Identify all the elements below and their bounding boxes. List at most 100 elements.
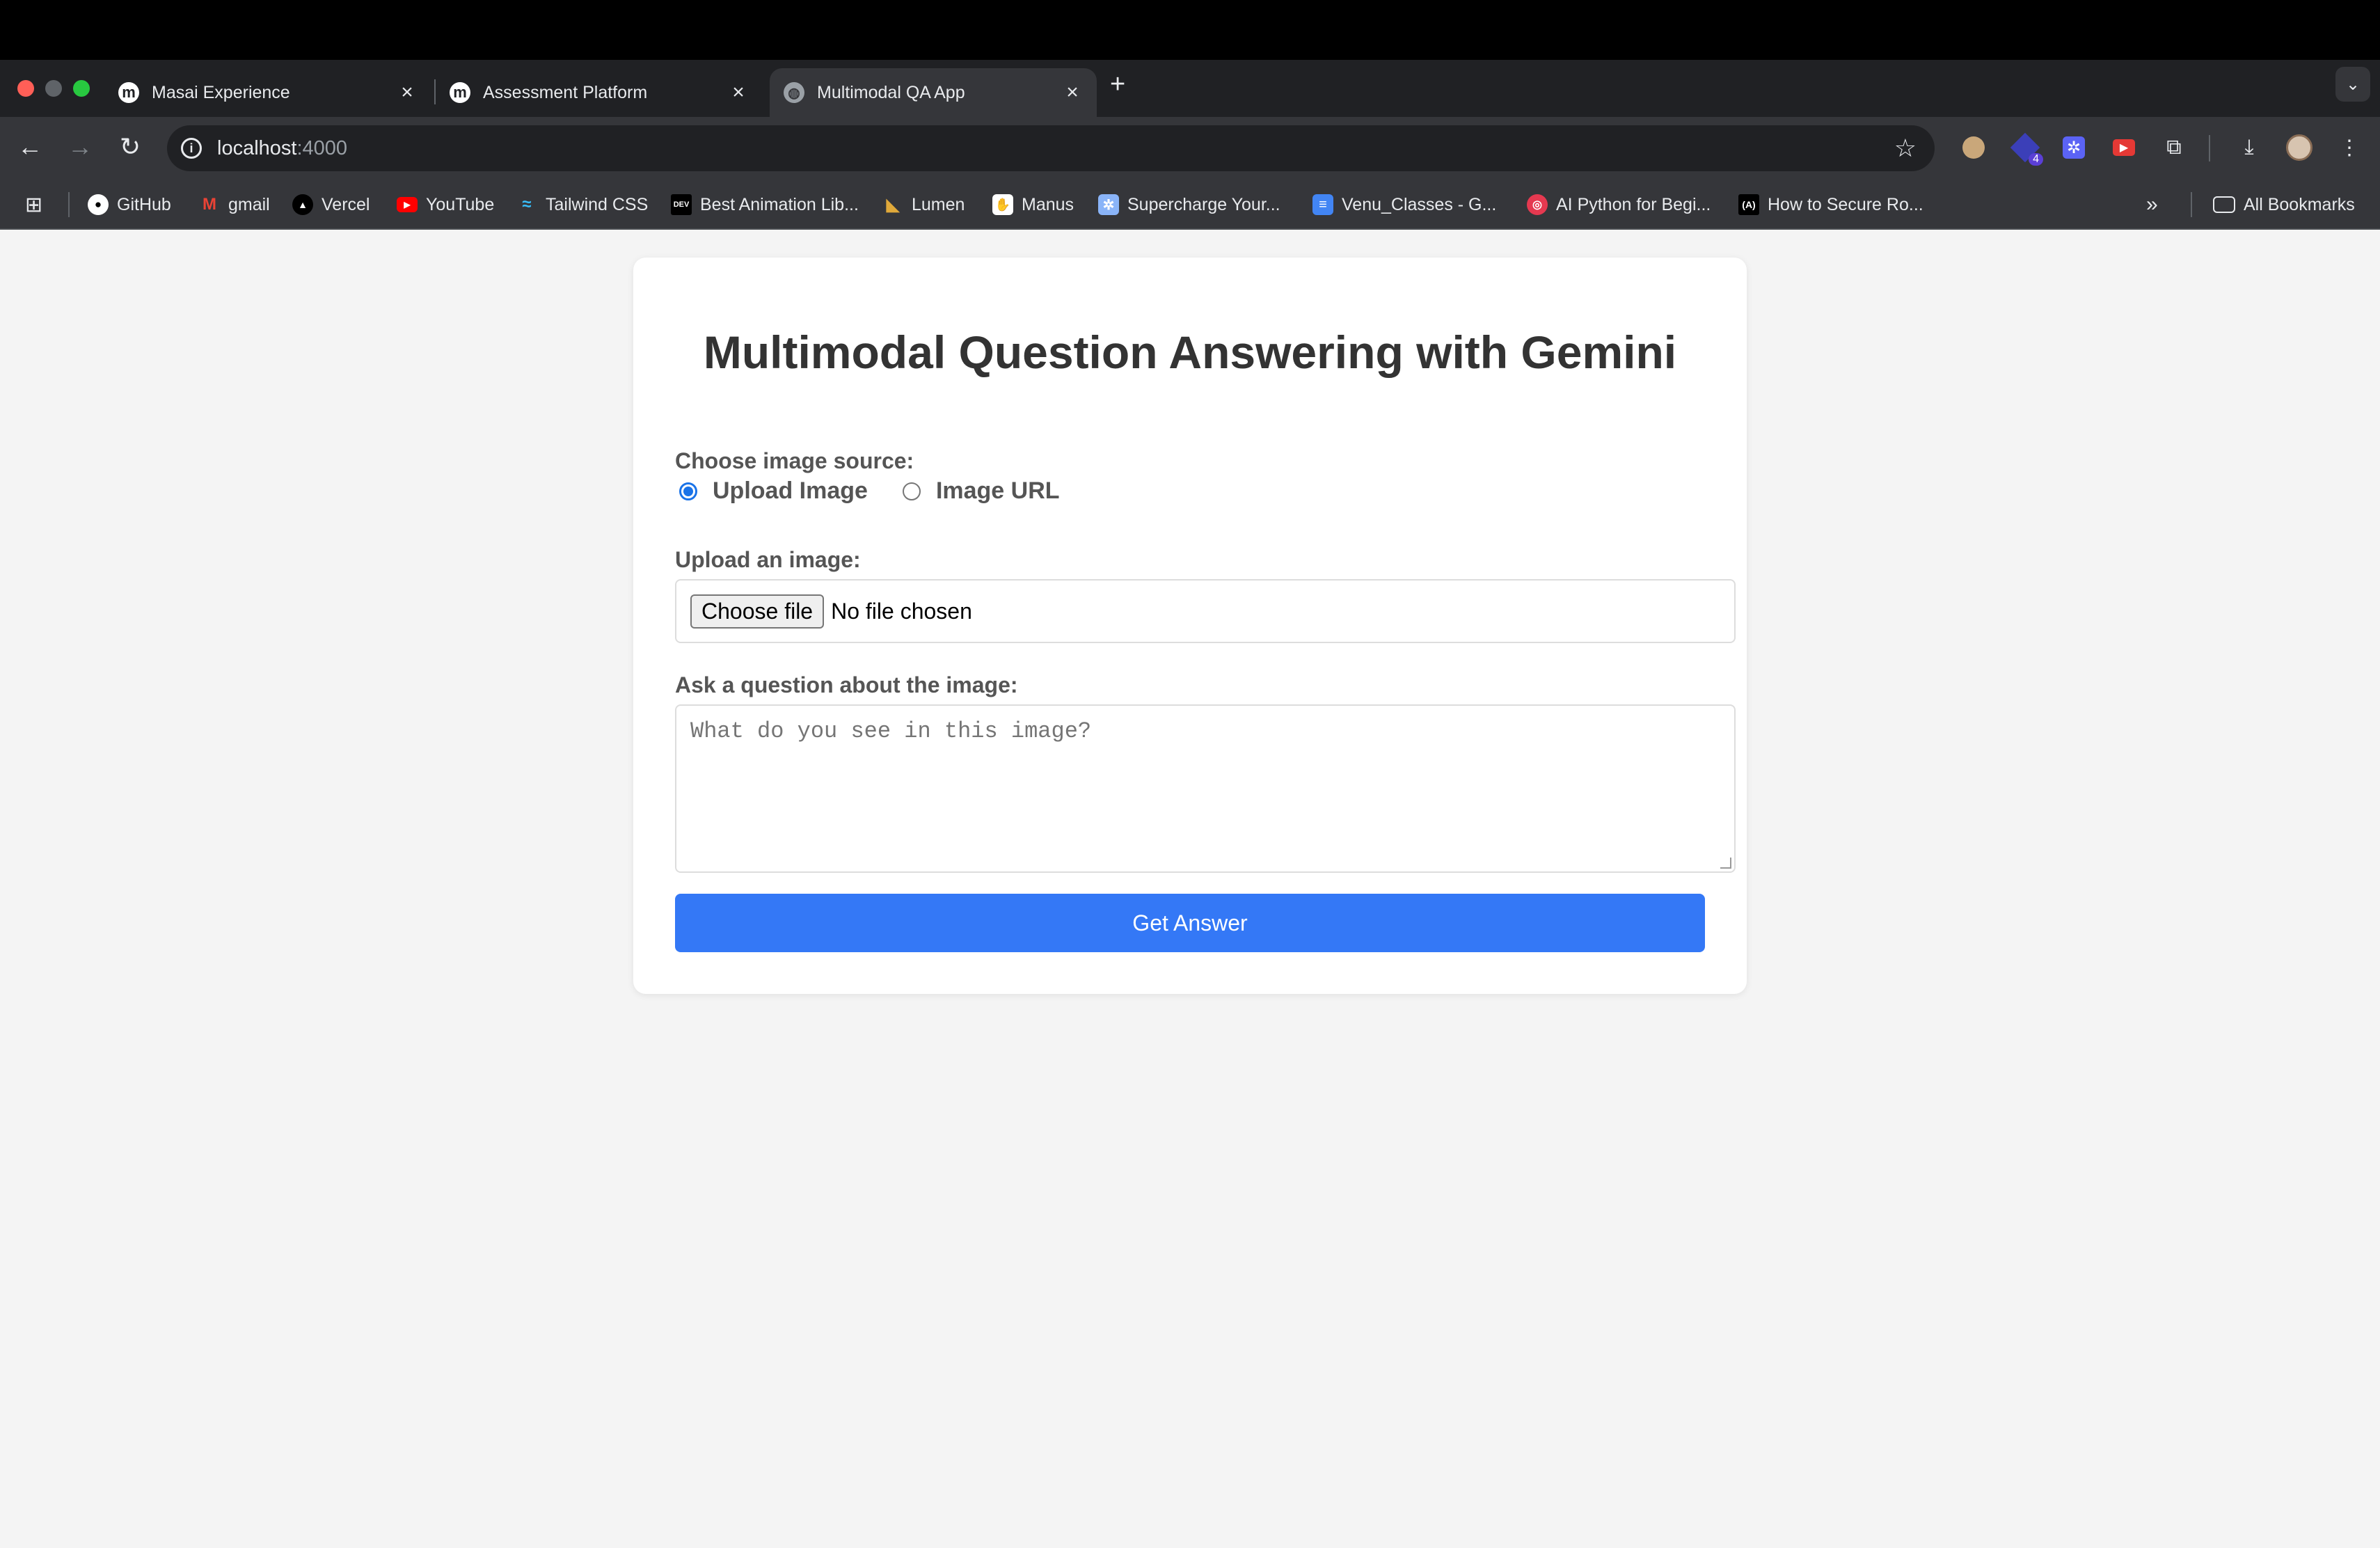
vercel-icon: ▲ bbox=[292, 194, 313, 215]
file-status-text: No file chosen bbox=[831, 598, 972, 624]
all-bookmarks-label: All Bookmarks bbox=[2244, 194, 2355, 214]
bookmark-gmail[interactable]: M gmail bbox=[199, 191, 270, 219]
close-icon[interactable]: × bbox=[397, 81, 418, 104]
bookmark-label: Venu_Classes - G... bbox=[1342, 194, 1497, 214]
docs-icon: ≡ bbox=[1312, 194, 1333, 215]
bookmark-ai-python[interactable]: ◎ AI Python for Begi... bbox=[1527, 191, 1711, 219]
tab-title: Masai Experience bbox=[152, 82, 290, 102]
bookmark-tailwind[interactable]: ≈ Tailwind CSS bbox=[516, 191, 648, 219]
upload-image-label[interactable]: Upload Image bbox=[713, 477, 868, 505]
bookmark-label: gmail bbox=[228, 194, 270, 214]
tab-strip: m Masai Experience × m Assessment Platfo… bbox=[0, 60, 2380, 117]
bookmark-label: YouTube bbox=[426, 194, 495, 214]
bookmark-lumen[interactable]: ◣ Lumen bbox=[882, 191, 965, 219]
url-port: :4000 bbox=[296, 136, 348, 159]
all-bookmarks[interactable]: All Bookmarks bbox=[2213, 191, 2355, 219]
bookmark-venu-classes[interactable]: ≡ Venu_Classes - G... bbox=[1312, 191, 1496, 219]
bookmark-label: Supercharge Your... bbox=[1127, 194, 1280, 214]
bookmark-best-animation[interactable]: DEV Best Animation Lib... bbox=[671, 191, 859, 219]
bookmark-label: Vercel bbox=[322, 194, 370, 214]
bookmarks-bar: ⊞ ● GitHub M gmail ▲ Vercel ▶ YouTube ≈ … bbox=[0, 180, 2380, 230]
bookmark-supercharge[interactable]: ✲ Supercharge Your... bbox=[1098, 191, 1280, 219]
gear-extension-icon[interactable]: ✲ bbox=[2060, 134, 2088, 161]
bookmark-vercel[interactable]: ▲ Vercel bbox=[292, 191, 370, 219]
close-icon[interactable]: × bbox=[728, 81, 749, 104]
os-menubar bbox=[0, 0, 2380, 60]
question-label: Ask a question about the image: bbox=[675, 672, 1018, 697]
folder-icon bbox=[2213, 196, 2235, 213]
minimize-window-button[interactable] bbox=[45, 80, 62, 97]
tab-title: Assessment Platform bbox=[483, 82, 648, 102]
page-title: Multimodal Question Answering with Gemin… bbox=[703, 326, 1677, 378]
bookmarks-divider bbox=[2191, 192, 2192, 217]
close-icon[interactable]: × bbox=[1062, 81, 1083, 104]
image-url-label[interactable]: Image URL bbox=[936, 477, 1060, 505]
bookmark-how-to-secure[interactable]: (A) How to Secure Ro... bbox=[1738, 191, 1923, 219]
toolbar-divider bbox=[2209, 135, 2210, 161]
upload-image-radio[interactable] bbox=[679, 482, 697, 500]
owl-extension-icon[interactable] bbox=[1960, 134, 1988, 161]
github-icon: ● bbox=[88, 194, 109, 215]
reload-button[interactable]: ↻ bbox=[114, 132, 146, 161]
back-button[interactable]: ← bbox=[14, 132, 46, 161]
tab-search-button[interactable]: ⌄ bbox=[2335, 67, 2370, 102]
bookmark-label: AI Python for Begi... bbox=[1556, 194, 1711, 214]
profile-avatar[interactable] bbox=[2285, 134, 2313, 161]
bookmark-label: Best Animation Lib... bbox=[700, 194, 859, 214]
bookmark-label: Lumen bbox=[912, 194, 965, 214]
image-source-label: Choose image source: bbox=[675, 448, 914, 473]
address-bar[interactable]: i localhost:4000 ☆ bbox=[167, 125, 1935, 171]
browser-menu-icon[interactable]: ⋮ bbox=[2335, 134, 2363, 161]
maximize-window-button[interactable] bbox=[73, 80, 90, 97]
dev-icon: DEV bbox=[671, 194, 692, 215]
upload-image-heading: Upload an image: bbox=[675, 547, 861, 572]
bookmark-youtube[interactable]: ▶ YouTube bbox=[397, 191, 494, 219]
close-window-button[interactable] bbox=[17, 80, 34, 97]
bookmark-manus[interactable]: ✋ Manus bbox=[992, 191, 1074, 219]
tab-assessment-platform[interactable]: m Assessment Platform × bbox=[436, 68, 763, 117]
bookmarks-divider bbox=[68, 192, 70, 217]
masai-icon: m bbox=[118, 82, 139, 103]
bookmark-label: How to Secure Ro... bbox=[1768, 194, 1923, 214]
download-icon[interactable]: ⤓ bbox=[2235, 134, 2263, 161]
file-upload-input[interactable]: Choose file No file chosen bbox=[675, 579, 1736, 643]
bookmark-label: Tailwind CSS bbox=[546, 194, 649, 214]
tailwind-icon: ≈ bbox=[522, 195, 532, 214]
code-icon: (A) bbox=[1738, 194, 1759, 215]
globe-icon: ◍ bbox=[784, 82, 804, 103]
video-extension-icon[interactable]: ▶ bbox=[2110, 134, 2138, 161]
bookmark-label: Manus bbox=[1022, 194, 1074, 214]
resize-handle[interactable] bbox=[1720, 858, 1731, 869]
tab-multimodal-qa-app[interactable]: ◍ Multimodal QA App × bbox=[770, 68, 1097, 117]
more-bookmarks-chevron-icon[interactable]: » bbox=[2146, 191, 2158, 219]
gear-icon: ✲ bbox=[1098, 194, 1119, 215]
new-tab-button[interactable]: + bbox=[1110, 70, 1125, 100]
extension-badge: 4 bbox=[2029, 153, 2043, 166]
browser-toolbar: ← → ↻ i localhost:4000 ☆ 4 ✲ ▶ ⧉ ⤓ ⋮ bbox=[0, 117, 2380, 180]
youtube-icon: ▶ bbox=[397, 197, 418, 212]
tab-masai-experience[interactable]: m Masai Experience × bbox=[104, 68, 431, 117]
bookmark-github[interactable]: ● GitHub bbox=[88, 191, 171, 219]
extension-icon-badged[interactable]: 4 bbox=[2010, 132, 2043, 166]
manus-icon: ✋ bbox=[992, 194, 1013, 215]
url-host: localhost bbox=[217, 136, 297, 159]
gmail-icon: M bbox=[203, 195, 216, 214]
qa-form-card: Multimodal Question Answering with Gemin… bbox=[633, 258, 1747, 994]
question-textarea[interactable]: What do you see in this image? bbox=[675, 704, 1736, 873]
question-placeholder: What do you see in this image? bbox=[690, 718, 1092, 744]
bookmark-label: GitHub bbox=[117, 194, 171, 214]
bookmark-star-icon[interactable]: ☆ bbox=[1894, 134, 1917, 163]
apps-grid-icon[interactable]: ⊞ bbox=[25, 191, 42, 219]
extensions-puzzle-icon[interactable]: ⧉ bbox=[2160, 134, 2188, 161]
page-viewport: Multimodal Question Answering with Gemin… bbox=[0, 230, 2380, 1548]
image-url-radio[interactable] bbox=[902, 482, 921, 500]
image-source-options: Upload Image Image URL bbox=[679, 477, 1060, 505]
tab-title: Multimodal QA App bbox=[817, 82, 965, 102]
get-answer-button[interactable]: Get Answer bbox=[675, 894, 1705, 952]
masai-icon: m bbox=[450, 82, 470, 103]
deeplearning-icon: ◎ bbox=[1527, 194, 1548, 215]
choose-file-button[interactable]: Choose file bbox=[690, 594, 825, 629]
site-info-icon[interactable]: i bbox=[181, 138, 202, 159]
lumen-icon: ◣ bbox=[886, 195, 900, 214]
forward-button[interactable]: → bbox=[64, 132, 96, 161]
